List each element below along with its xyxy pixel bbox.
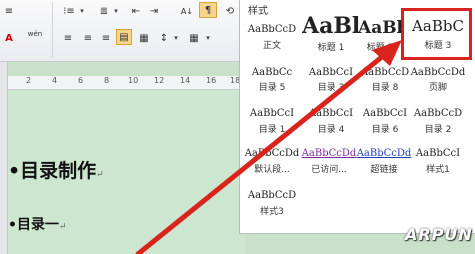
- style-style-3[interactable]: AaBbCcD 样式3: [243, 188, 301, 236]
- ribbon-toolbar: ≡ ⁝≡ ▾ ≣ ▾ ⇤ ⇥ A↓ ¶ ⟲ A wén ≡ ≡ ≡ ▤ ▦ ↕ …: [0, 0, 245, 62]
- multilevel-list-icon[interactable]: ≣: [96, 3, 112, 19]
- style-default-paragraph-font[interactable]: AaBbCcDd 默认段...: [243, 146, 301, 194]
- bullet-mark: •: [8, 160, 21, 182]
- style-sample: AaBbCcD: [247, 190, 297, 201]
- style-label: 目录 8: [371, 83, 399, 93]
- ruler-tick: 14: [180, 76, 191, 85]
- style-label: 正文: [262, 41, 281, 51]
- numbered-list-dropdown-icon[interactable]: ▾: [78, 3, 86, 19]
- paragraph-spacing-icon[interactable]: ↕: [156, 30, 172, 46]
- increase-indent-icon[interactable]: ⇥: [146, 3, 162, 19]
- sort-icon[interactable]: A↓: [178, 3, 196, 19]
- shading-icon[interactable]: ▦: [186, 30, 202, 46]
- style-sample: AaBbCcI: [249, 108, 295, 119]
- style-label: 样式1: [426, 165, 450, 175]
- style-label: 目录 4: [317, 125, 345, 135]
- style-label: 目录 5: [258, 83, 286, 93]
- style-label: 已访问...: [311, 165, 347, 175]
- align-center-icon[interactable]: ≡: [80, 30, 96, 46]
- ruler-tick: 6: [78, 76, 84, 85]
- style-sample: AaBbCcD: [360, 67, 410, 78]
- paragraph-spacing-dropdown-icon[interactable]: ▾: [172, 30, 180, 46]
- ruler-tick: 2: [26, 76, 32, 85]
- style-label: 超链接: [370, 165, 398, 175]
- document-page[interactable]: •目录制作↵ •目录一↵: [8, 90, 245, 254]
- styles-gallery-title: 样式: [248, 6, 268, 17]
- style-sample: AaBbCcD: [413, 108, 463, 119]
- ruler-tick: 4: [52, 76, 58, 85]
- shading-dropdown-icon[interactable]: ▾: [204, 30, 212, 46]
- style-sample: AaBbCcDd: [356, 148, 412, 159]
- style-sample: AaBbCcDd: [410, 67, 466, 78]
- align-right-icon[interactable]: ≡: [98, 30, 114, 46]
- bullet-mark: •: [8, 217, 17, 233]
- style-label: 目录 3: [317, 83, 345, 93]
- style-sample: AaBbCcI: [308, 67, 354, 78]
- decrease-indent-icon[interactable]: ⇤: [128, 3, 144, 19]
- style-label: 目录 6: [371, 125, 399, 135]
- style-label: 页脚: [428, 83, 447, 93]
- paragraph-return-mark: ↵: [96, 170, 104, 180]
- style-hyperlink[interactable]: AaBbCcDd 超链接: [355, 146, 413, 194]
- style-sample: AaBbCcI: [362, 108, 408, 119]
- ruler-tick: 10: [128, 76, 139, 85]
- vertical-ruler: [0, 62, 8, 254]
- style-heading-3[interactable]: AaBbC 标题 3: [407, 14, 469, 62]
- style-label: 样式3: [260, 207, 284, 217]
- style-sample: AaBbCcDd: [301, 148, 357, 159]
- show-marks-icon[interactable]: ¶: [199, 2, 217, 18]
- style-heading-2[interactable]: AaBb 标题 2: [358, 16, 402, 64]
- style-label: 标题 1: [317, 43, 345, 53]
- ribbon-separator: [52, 2, 53, 58]
- style-sample: AaBbCcI: [308, 108, 354, 119]
- style-label: 默认段...: [254, 165, 290, 175]
- style-sample: AaBb: [358, 18, 402, 38]
- heading-main[interactable]: •目录制作↵: [8, 156, 104, 183]
- ruler-tick: 12: [154, 76, 165, 85]
- heading-sub[interactable]: •目录一↵: [8, 214, 67, 234]
- font-color-icon[interactable]: A: [2, 30, 16, 46]
- style-heading-1[interactable]: AaBl 标题 1: [302, 12, 360, 60]
- style-followed-hyperlink[interactable]: AaBbCcDd 已访问...: [300, 146, 358, 194]
- style-sample: AaBbC: [412, 17, 464, 35]
- paragraph-return-mark: ↵: [58, 222, 67, 232]
- style-sample: AaBbCcI: [415, 148, 461, 159]
- style-label: 标题 2: [366, 43, 394, 53]
- horizontal-ruler[interactable]: 2 4 6 8 10 12 14 16 18: [8, 76, 245, 90]
- style-sample: AaBbCc: [251, 67, 293, 78]
- heading-sub-text: 目录一: [16, 217, 59, 233]
- style-sample: AaBbCcD: [247, 24, 297, 35]
- style-sample: AaBbCcDd: [244, 148, 300, 159]
- phonetic-guide-icon[interactable]: wén: [24, 26, 46, 42]
- line-spacing-icon[interactable]: ⟲: [221, 3, 239, 19]
- style-style-1[interactable]: AaBbCcI 样式1: [407, 146, 469, 194]
- watermark-logo: ARPUN: [405, 225, 473, 244]
- bullet-list-icon[interactable]: ≡: [2, 3, 16, 19]
- heading-main-text: 目录制作: [20, 160, 97, 182]
- align-left-icon[interactable]: ≡: [60, 30, 76, 46]
- style-label: 目录 1: [258, 125, 286, 135]
- distributed-align-icon[interactable]: ▦: [136, 30, 152, 46]
- multilevel-list-dropdown-icon[interactable]: ▾: [112, 3, 120, 19]
- style-normal[interactable]: AaBbCcD 正文: [243, 22, 301, 70]
- style-label: 标题 3: [424, 41, 452, 51]
- ruler-tick: 8: [104, 76, 110, 85]
- style-label: 目录 2: [424, 125, 452, 135]
- ruler-tick: 16: [206, 76, 217, 85]
- numbered-list-icon[interactable]: ⁝≡: [60, 3, 78, 19]
- style-sample: AaBl: [302, 13, 360, 39]
- justify-icon[interactable]: ▤: [116, 29, 132, 45]
